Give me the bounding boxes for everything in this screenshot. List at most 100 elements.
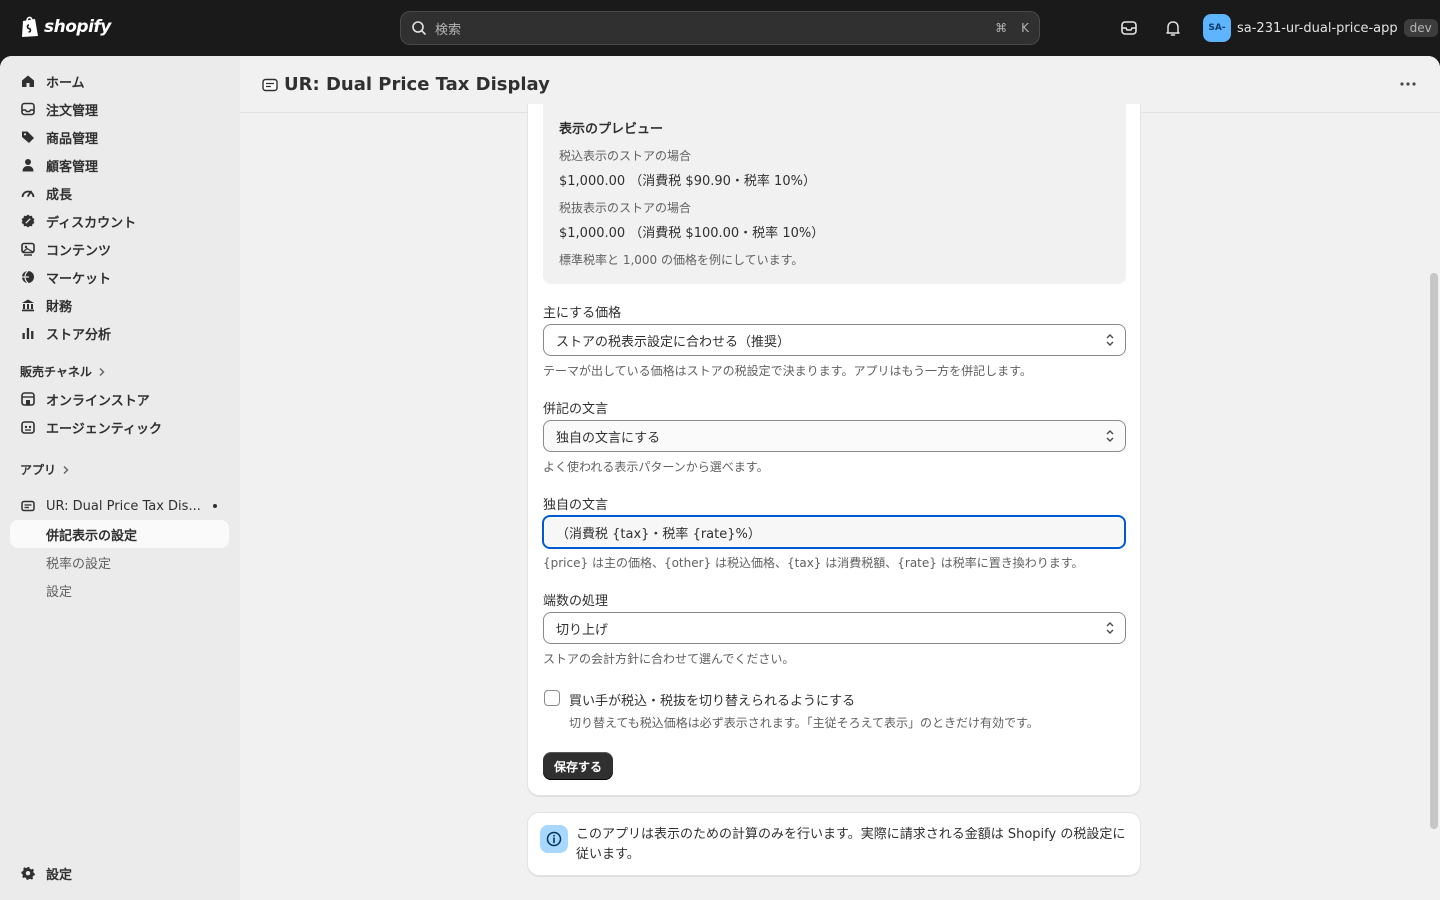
discount-icon: [20, 213, 36, 229]
top-bar: shopify 検索 ⌘ K SA- sa-231-ur-dual-price-…: [0, 0, 1440, 56]
custom-text-label: 独自の文言: [543, 498, 609, 513]
store-avatar: SA-: [1203, 14, 1231, 42]
sidebar-item-customers[interactable]: 顧客管理: [10, 151, 229, 179]
sidebar-item-tax-rate-settings[interactable]: 税率の設定: [10, 548, 229, 576]
preview-incl-caption: 税込表示のストアの場合: [559, 149, 692, 163]
custom-text-value: （消費税 {tax}・税率 {rate}%）: [556, 526, 761, 542]
buyer-toggle-label[interactable]: 買い手が税込・税抜を切り替えられるようにする: [569, 690, 855, 709]
sidebar-item-agentic[interactable]: エージェンティック: [10, 413, 229, 441]
rounding-select[interactable]: 切り上げ: [543, 612, 1126, 644]
orders-icon: [20, 101, 36, 117]
preview-note: 標準税率と 1,000 の価格を例にしています。: [559, 253, 804, 267]
more-actions-icon[interactable]: [1400, 82, 1416, 86]
sidebar-item-label: 顧客管理: [46, 159, 99, 175]
sidebar-item-label: 税率の設定: [46, 556, 112, 572]
primary-price-help: テーマが出している価格はストアの税設定で決まります。アプリはもう一方を併記します…: [543, 364, 1032, 378]
brand-wordmark: shopify: [44, 16, 111, 37]
sidebar-item-label: 注文管理: [46, 103, 99, 119]
content-icon: [20, 241, 36, 257]
gear-icon: [20, 865, 36, 881]
chevron-right-icon: [63, 465, 69, 474]
settings-card: 表示のプレビュー 税込表示のストアの場合 $1,000.00 （消費税 $90.…: [527, 104, 1141, 796]
search-placeholder: 検索: [435, 22, 462, 38]
sidebar-item-label: マーケット: [46, 271, 112, 287]
primary-price-label: 主にする価格: [543, 306, 622, 321]
inbox-icon[interactable]: [1119, 18, 1139, 38]
sidebar-item-label: 設定: [46, 584, 73, 600]
select-chevron-icon: [1106, 430, 1114, 442]
rounding-label: 端数の処理: [543, 594, 609, 609]
sidebar-item-markets[interactable]: マーケット: [10, 263, 229, 291]
text-style-value: 独自の文言にする: [556, 430, 661, 446]
display-preview: 表示のプレビュー 税込表示のストアの場合 $1,000.00 （消費税 $90.…: [543, 104, 1126, 284]
sales-channels-header[interactable]: 販売チャネル: [20, 363, 106, 380]
sidebar-item-label: オンラインストア: [46, 393, 150, 409]
sidebar-item-home[interactable]: ホーム: [10, 67, 229, 95]
sidebar-item-label: コンテンツ: [46, 243, 112, 259]
rounding-help: ストアの会計方針に合わせて選んでください。: [543, 652, 795, 666]
sidebar-item-label: 商品管理: [46, 131, 99, 147]
home-icon: [20, 73, 36, 89]
gauge-icon: [20, 185, 36, 201]
sidebar-item-finance[interactable]: 財務: [10, 291, 229, 319]
page-title: UR: Dual Price Tax Display: [284, 74, 550, 95]
sidebar-item-label: UR: Dual Price Tax Dis...: [46, 498, 201, 514]
primary-price-select[interactable]: ストアの税表示設定に合わせる（推奨）: [543, 324, 1126, 356]
custom-text-input[interactable]: （消費税 {tax}・税率 {rate}%）: [542, 515, 1126, 549]
tag-icon: [20, 129, 36, 145]
sidebar-item-orders[interactable]: 注文管理: [10, 95, 229, 123]
primary-price-value: ストアの税表示設定に合わせる（推奨）: [556, 334, 791, 350]
shortcut-cmd: ⌘: [995, 21, 1008, 35]
sidebar-item-content[interactable]: コンテンツ: [10, 235, 229, 263]
save-button[interactable]: 保存する: [543, 752, 614, 780]
admin-frame: ホーム 注文管理 商品管理 顧客管理 成長 ディスカウント コンテンツ マーケッ…: [0, 56, 1440, 900]
bell-icon[interactable]: [1163, 18, 1183, 38]
sidebar-item-label: エージェンティック: [46, 421, 162, 437]
buyer-toggle-help: 切り替えても税込価格は必ず表示されます。「主従そろえて表示」のときだけ有効です。: [569, 716, 1039, 730]
sidebar-item-discounts[interactable]: ディスカウント: [10, 207, 229, 235]
info-icon: [540, 825, 568, 853]
rounding-value: 切り上げ: [556, 622, 609, 638]
custom-text-help: {price} は主の価格、{other} は税込価格、{tax} は消費税額、…: [543, 556, 1084, 570]
search-icon: [412, 21, 426, 35]
dev-badge: dev: [1403, 19, 1438, 37]
store-icon: [20, 391, 36, 407]
sidebar-item-label: 併記表示の設定: [46, 528, 138, 544]
app-icon: [262, 78, 278, 92]
sidebar-item-analytics[interactable]: ストア分析: [10, 319, 229, 347]
sidebar-item-label: ディスカウント: [46, 215, 137, 231]
shortcut-key: K: [1021, 21, 1029, 35]
globe-icon: [20, 269, 36, 285]
sidebar-item-dual-display-settings[interactable]: 併記表示の設定: [10, 520, 229, 548]
sidebar-item-products[interactable]: 商品管理: [10, 123, 229, 151]
page-scrollbar[interactable]: [1428, 113, 1440, 900]
buyer-toggle-checkbox[interactable]: [544, 690, 560, 706]
sidebar-item-app-settings[interactable]: 設定: [10, 576, 229, 604]
sidebar-item-growth[interactable]: 成長: [10, 179, 229, 207]
sidebar-item-settings[interactable]: 設定: [10, 859, 229, 887]
text-style-help: よく使われる表示パターンから選べます。: [543, 460, 769, 474]
store-name: sa-231-ur-dual-price-app: [1237, 20, 1398, 36]
sidebar: ホーム 注文管理 商品管理 顧客管理 成長 ディスカウント コンテンツ マーケッ…: [0, 56, 240, 900]
preview-heading: 表示のプレビュー: [559, 122, 664, 137]
sidebar-item-online-store[interactable]: オンラインストア: [10, 385, 229, 413]
apps-header[interactable]: アプリ: [20, 461, 70, 478]
select-chevron-icon: [1106, 622, 1114, 634]
sidebar-item-app[interactable]: UR: Dual Price Tax Dis...: [10, 492, 229, 520]
apps-label: アプリ: [20, 463, 57, 477]
sidebar-item-label: 設定: [46, 867, 73, 883]
text-style-select[interactable]: 独自の文言にする: [543, 420, 1126, 452]
bank-icon: [20, 297, 36, 313]
sales-channels-label: 販売チャネル: [20, 365, 92, 379]
info-banner: このアプリは表示のための計算のみを行います。実際に請求される金額は Shopif…: [527, 812, 1141, 876]
store-switcher[interactable]: SA- sa-231-ur-dual-price-app dev: [1203, 14, 1438, 42]
preview-excl-value: $1,000.00 （消費税 $100.00・税率 10%）: [559, 226, 825, 241]
shopify-logo[interactable]: shopify: [20, 15, 111, 38]
agent-icon: [20, 419, 36, 435]
person-icon: [20, 157, 36, 173]
select-chevron-icon: [1106, 334, 1114, 346]
sidebar-item-label: ホーム: [46, 75, 85, 91]
preview-excl-caption: 税抜表示のストアの場合: [559, 201, 692, 215]
scrollbar-thumb[interactable]: [1430, 273, 1438, 829]
search-input[interactable]: 検索 ⌘ K: [400, 11, 1040, 45]
